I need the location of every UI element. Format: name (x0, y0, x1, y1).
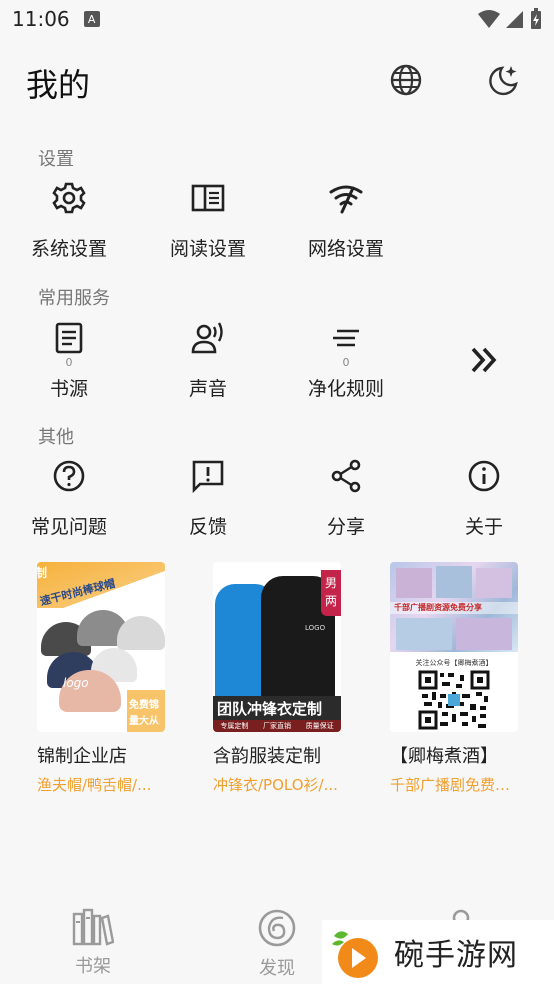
about-button[interactable]: 关于 (424, 458, 544, 539)
watermark-logo-icon (332, 931, 378, 978)
wifi-off-icon (329, 185, 363, 214)
ad-badge-2: 量大从 (129, 716, 159, 727)
ad-corner-text: 制 (37, 566, 48, 580)
ad-tag-3: 质量保证 (305, 722, 334, 730)
ad-card-drama[interactable]: 千部广播剧资源免费分享 关注公众号【卿梅煮酒】 【卿梅煮酒】 千部广播剧免费… (390, 562, 540, 795)
ad-cap-logo-text: logo (63, 676, 89, 690)
discover-icon (258, 909, 296, 947)
ad-tag-2: 厂家直销 (262, 722, 291, 730)
feedback-button[interactable]: 反馈 (148, 458, 268, 539)
globe-icon[interactable] (388, 62, 424, 98)
signal-icon (506, 11, 523, 28)
faq-button[interactable]: 常见问题 (9, 458, 129, 539)
ad-subtitle: 冲锋衣/POLO衫/... (213, 776, 338, 794)
ad-banner-text: 团队冲锋衣定制 (217, 700, 323, 718)
system-settings-label: 系统设置 (30, 238, 107, 260)
gear-icon (52, 182, 86, 214)
filter-lines-icon (333, 329, 359, 347)
ad-corner-1: 男 (325, 576, 338, 590)
double-chevron-right-icon[interactable] (467, 343, 501, 377)
status-bar: 11:06 A (0, 0, 554, 38)
watermark: 碗手游网 (322, 920, 554, 984)
purify-rules-count: 0 (342, 356, 350, 369)
ad-title: 【卿梅煮酒】 (390, 746, 498, 767)
system-settings-button[interactable]: 系统设置 (9, 180, 129, 261)
voice-button[interactable]: 声音 (148, 320, 268, 401)
header: 我的 (0, 56, 554, 108)
tab-bookshelf[interactable]: 书架 (48, 908, 138, 978)
network-settings-label: 网络设置 (307, 238, 384, 260)
purify-rules-button[interactable]: 0 净化规则 (286, 320, 406, 401)
section-title-other: 其他 (38, 427, 74, 448)
tab-discover-label: 发现 (259, 958, 295, 979)
ad-image-drama: 千部广播剧资源免费分享 关注公众号【卿梅煮酒】 (390, 562, 518, 732)
purify-rules-label: 净化规则 (307, 378, 384, 400)
battery-icon (531, 8, 541, 29)
share-label: 分享 (326, 516, 365, 538)
feedback-icon (192, 460, 224, 494)
ad-image-caps: 制 速干时尚棒球帽 logo 免费锦 量大从 (37, 562, 165, 732)
book-source-count: 0 (65, 356, 73, 369)
book-layout-icon (191, 184, 225, 212)
info-icon (468, 460, 500, 492)
ad-card-jackets[interactable]: LOGO 男 两 团队冲锋衣定制 专属定制 厂家直销 质量保证 含韵服装定制 冲… (213, 562, 363, 795)
ad-subtitle: 渔夫帽/鸭舌帽/... (37, 776, 152, 794)
document-icon (55, 322, 83, 354)
ad-qr-caption: 关注公众号【卿梅煮酒】 (415, 659, 493, 667)
question-icon (53, 460, 85, 492)
bookshelf-icon (72, 908, 115, 946)
feedback-label: 反馈 (188, 516, 227, 538)
book-source-button[interactable]: 0 书源 (9, 320, 129, 401)
ad-jacket-logo: LOGO (305, 624, 326, 632)
ad-corner-2: 两 (325, 594, 338, 608)
book-source-label: 书源 (49, 378, 88, 400)
page-title: 我的 (26, 66, 91, 104)
about-label: 关于 (464, 516, 503, 538)
wifi-icon (478, 10, 500, 28)
ad-card-caps[interactable]: 制 速干时尚棒球帽 logo 免费锦 量大从 锦制企业店 渔夫帽/鸭舌帽/... (37, 562, 187, 795)
ad-image-jackets: LOGO 男 两 团队冲锋衣定制 专属定制 厂家直销 质量保证 (213, 562, 341, 732)
tab-bookshelf-label: 书架 (75, 956, 111, 977)
network-settings-button[interactable]: 网络设置 (286, 180, 406, 261)
ad-title: 锦制企业店 (37, 746, 127, 767)
share-icon (331, 459, 361, 493)
faq-label: 常见问题 (30, 516, 107, 538)
tab-discover[interactable]: 发现 (232, 908, 322, 980)
share-button[interactable]: 分享 (286, 458, 406, 539)
section-title-settings: 设置 (38, 149, 74, 170)
voice-icon (191, 322, 223, 354)
ad-title: 含韵服装定制 (213, 746, 321, 767)
night-mode-icon[interactable] (486, 62, 522, 98)
status-time: 11:06 (12, 7, 70, 31)
qr-code-icon (418, 670, 490, 730)
ad-banner-text: 千部广播剧资源免费分享 (394, 603, 482, 612)
ad-tag-1: 专属定制 (220, 722, 249, 730)
status-icons (478, 8, 542, 30)
reading-settings-button[interactable]: 阅读设置 (148, 180, 268, 261)
ad-badge-1: 免费锦 (129, 700, 159, 711)
reading-settings-label: 阅读设置 (169, 238, 246, 260)
app-notification-icon: A (83, 11, 100, 27)
watermark-text: 碗手游网 (394, 938, 518, 973)
section-title-services: 常用服务 (38, 288, 110, 309)
voice-label: 声音 (188, 378, 227, 400)
ad-subtitle: 千部广播剧免费… (390, 776, 511, 794)
